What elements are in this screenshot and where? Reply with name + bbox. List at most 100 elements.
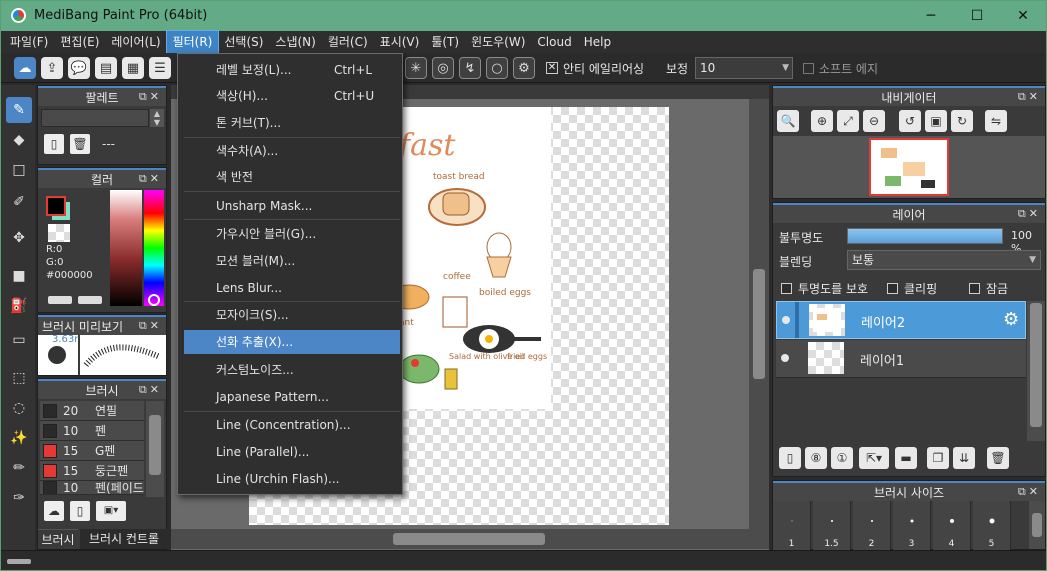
reset-view-icon[interactable]: ▣	[925, 110, 947, 132]
document-icon[interactable]: ▦	[122, 57, 144, 79]
magic-wand-icon[interactable]: ✨	[6, 425, 32, 451]
clipping-checkbox[interactable]	[887, 283, 898, 294]
color-left-arrow[interactable]	[48, 296, 72, 304]
menu-edit[interactable]: 편집(E)	[54, 31, 105, 53]
protect-alpha-checkbox[interactable]	[781, 283, 792, 294]
layer-row-1[interactable]: 레이어1	[776, 340, 1026, 378]
menu-color[interactable]: 컬러(C)	[322, 31, 374, 53]
comment-icon[interactable]: ▤	[95, 57, 117, 79]
panel-controls-icon[interactable]: ⧉✕	[1018, 207, 1041, 221]
filter-unsharp-mask[interactable]: Unsharp Mask...	[184, 194, 400, 218]
panel-controls-icon[interactable]: ⧉✕	[1018, 90, 1041, 104]
gradient-tool-icon[interactable]: ▭	[6, 327, 32, 353]
canvas-hscroll-thumb[interactable]	[393, 533, 545, 545]
brush-item[interactable]: 10 펜	[40, 421, 144, 441]
menu-file[interactable]: 파일(F)	[4, 31, 54, 53]
filter-line-concentration[interactable]: Line (Concentration)...	[184, 413, 400, 437]
filter-custom-noise[interactable]: 커스텀노이즈...	[184, 358, 400, 382]
speech-bubble-icon[interactable]: 💬	[68, 57, 90, 79]
brush-size-option[interactable]: 3	[893, 501, 931, 551]
folder-icon[interactable]: ▬	[895, 447, 917, 469]
new-8bit-layer-icon[interactable]: ⑧	[805, 447, 827, 469]
brush-size-option[interactable]: 1.5	[813, 501, 851, 551]
cloud-icon[interactable]: ☁	[14, 57, 36, 79]
brush-item[interactable]: 15 둥근펜	[40, 461, 144, 481]
menu-filter[interactable]: 필터(R)	[165, 30, 220, 54]
snap-radial-icon[interactable]: ✳	[405, 57, 427, 79]
palette-spinner[interactable]: ▲ ▼	[150, 109, 164, 127]
layer-row-2[interactable]: 레이어2 ⚙	[776, 301, 1026, 339]
navigator-thumbnail[interactable]	[869, 138, 949, 196]
menu-help[interactable]: Help	[578, 31, 617, 53]
gear-icon[interactable]: ⚙	[1003, 309, 1019, 330]
trash-icon[interactable]: 🗑	[70, 134, 90, 154]
correction-select[interactable]: 10 ▼	[695, 57, 793, 79]
brush-item[interactable]: 20 연필	[40, 401, 144, 421]
filter-mosaic[interactable]: 모자이크(S)...	[184, 303, 400, 327]
filter-line-extraction[interactable]: 선화 추출(X)...	[184, 330, 400, 354]
rectangle-tool-icon[interactable]: □	[6, 157, 32, 183]
transparent-swatch[interactable]	[48, 224, 70, 242]
filter-gaussian-blur[interactable]: 가우시안 블러(G)...	[184, 222, 400, 246]
clipping-toggle[interactable]: 클리핑	[887, 280, 937, 297]
brush-scroll-thumb[interactable]	[149, 415, 161, 475]
layer-scroll-thumb[interactable]	[1030, 303, 1042, 427]
zoom-fit-icon[interactable]: 🔍	[777, 110, 799, 132]
snap-circle-icon[interactable]: ○	[486, 57, 508, 79]
tab-brush-control[interactable]: 브러시 컨트롤	[80, 529, 168, 549]
duplicate-layer-icon[interactable]: ❐	[927, 447, 949, 469]
panel-controls-icon[interactable]: ⧉✕	[139, 383, 162, 397]
new-layer-icon[interactable]: ▯	[779, 447, 801, 469]
upload-icon[interactable]: ⇪	[41, 57, 63, 79]
move-tool-icon[interactable]: ✥	[6, 225, 32, 251]
canvas-vscroll[interactable]	[749, 99, 769, 529]
brush-tool-icon[interactable]: ✎	[6, 97, 32, 123]
trash-icon[interactable]: 🗑	[987, 447, 1009, 469]
filter-chromatic-aberration[interactable]: 색수차(A)...	[184, 139, 400, 163]
tab-brush[interactable]: 브러시	[38, 529, 78, 549]
eye-icon[interactable]	[782, 316, 790, 324]
blend-select[interactable]: 보통 ▼	[847, 250, 1041, 270]
lock-checkbox[interactable]	[969, 283, 980, 294]
menu-snap[interactable]: 스냅(N)	[269, 31, 321, 53]
fill-rect-icon[interactable]: ■	[6, 263, 32, 289]
brush-item[interactable]: 15 G펜	[40, 441, 144, 461]
panel-controls-icon[interactable]: ⧉✕	[139, 319, 162, 333]
brush-size-option[interactable]: 4	[933, 501, 971, 551]
filter-lens-blur[interactable]: Lens Blur...	[184, 276, 400, 300]
brush-size-scroll-thumb[interactable]	[1032, 513, 1042, 537]
list-icon[interactable]: ☰	[149, 57, 171, 79]
protect-alpha-toggle[interactable]: 투명도를 보호	[781, 280, 868, 297]
filter-motion-blur[interactable]: 모션 블러(M)...	[184, 249, 400, 273]
new-palette-icon[interactable]: ▯	[44, 134, 64, 154]
brush-size-option[interactable]: 5	[973, 501, 1011, 551]
new-1bit-layer-icon[interactable]: ①	[831, 447, 853, 469]
navigator-preview-area[interactable]	[773, 136, 1045, 198]
brush-size-option[interactable]: 1	[773, 501, 811, 551]
lasso-icon[interactable]: ◌	[6, 395, 32, 421]
rotate-right-icon[interactable]: ↻	[951, 110, 973, 132]
canvas-hscroll[interactable]	[171, 529, 769, 549]
lock-toggle[interactable]: 잠금	[969, 280, 1008, 297]
canvas-vscroll-thumb[interactable]	[753, 269, 765, 379]
zoom-in-icon[interactable]: ⊕	[811, 110, 833, 132]
color-right-arrow[interactable]	[78, 296, 102, 304]
dot-brush-icon[interactable]: ✐	[6, 189, 32, 215]
maximize-button[interactable]: ☐	[954, 1, 1000, 31]
select-eraser-icon[interactable]: ✑	[6, 485, 32, 511]
brush-size-option[interactable]: 2	[853, 501, 891, 551]
filter-line-parallel[interactable]: Line (Parallel)...	[184, 440, 400, 464]
antialias-checkbox[interactable]: ✕	[546, 62, 558, 74]
primary-color-swatch[interactable]	[46, 196, 66, 216]
filter-tone-curve[interactable]: 톤 커브(T)...	[184, 111, 400, 135]
menu-cloud[interactable]: Cloud	[531, 31, 577, 53]
add-layer-menu-icon[interactable]: ⇱▾	[859, 447, 889, 469]
panel-controls-icon[interactable]: ⧉✕	[139, 172, 162, 186]
filter-levels[interactable]: 레벨 보정(L)... Ctrl+L	[184, 58, 400, 82]
opacity-slider[interactable]	[847, 228, 1003, 244]
menu-view[interactable]: 표시(V)	[374, 31, 426, 53]
filter-line-urchin-flash[interactable]: Line (Urchin Flash)...	[184, 467, 400, 491]
gear-icon[interactable]: ⚙	[513, 57, 535, 79]
bucket-tool-icon[interactable]: ⛽	[6, 293, 32, 319]
eye-icon[interactable]	[781, 354, 789, 362]
